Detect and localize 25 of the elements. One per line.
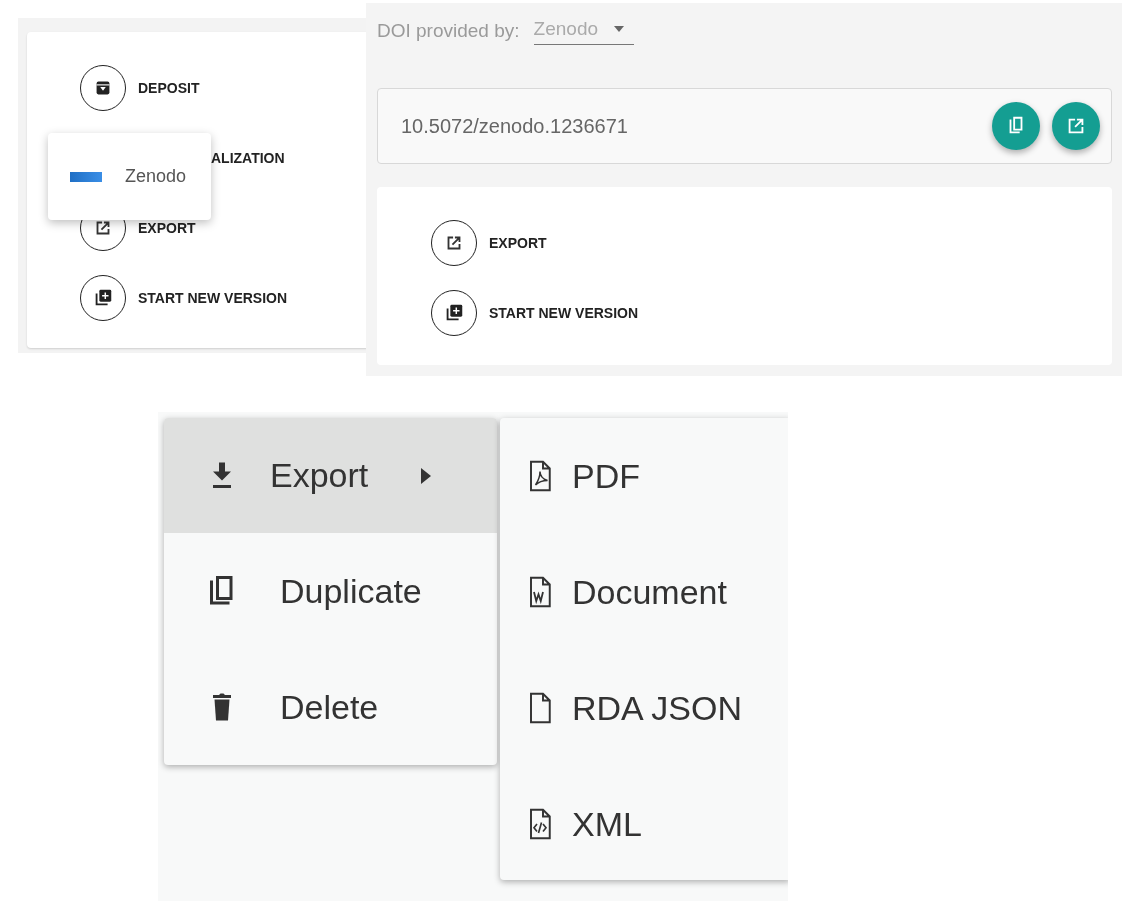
- menu-item[interactable]: PDF: [500, 418, 788, 534]
- action-label: EXPORT: [489, 235, 547, 251]
- logo-icon: [70, 171, 102, 182]
- action-label: START NEW VERSION: [489, 305, 639, 321]
- action-label: DEPOSIT: [138, 80, 200, 96]
- menu-item[interactable]: RDA JSON: [500, 650, 788, 766]
- action-label: ALIZATION: [211, 150, 285, 166]
- menu-item[interactable]: Export: [164, 418, 497, 533]
- menu-item[interactable]: Delete: [164, 649, 497, 765]
- action-button[interactable]: [80, 65, 126, 111]
- menu-item[interactable]: Duplicate: [164, 533, 497, 649]
- submenu-arrow-icon: [420, 466, 433, 485]
- caret-icon: [614, 25, 625, 32]
- action-button[interactable]: [431, 290, 477, 336]
- open-link-button[interactable]: [1052, 102, 1100, 150]
- menu-item[interactable]: XML: [500, 766, 788, 882]
- copy-button[interactable]: [992, 102, 1040, 150]
- action-button[interactable]: [80, 275, 126, 321]
- doi-value: 10.5072/zenodo.1236671: [401, 114, 629, 138]
- field-label: DOI provided by:: [377, 20, 520, 42]
- menu-item[interactable]: Document: [500, 534, 788, 650]
- action-label: EXPORT: [138, 220, 196, 236]
- action-label: START NEW VERSION: [138, 290, 288, 306]
- dropdown-option[interactable]: Zenodo: [125, 166, 187, 187]
- action-button[interactable]: [431, 220, 477, 266]
